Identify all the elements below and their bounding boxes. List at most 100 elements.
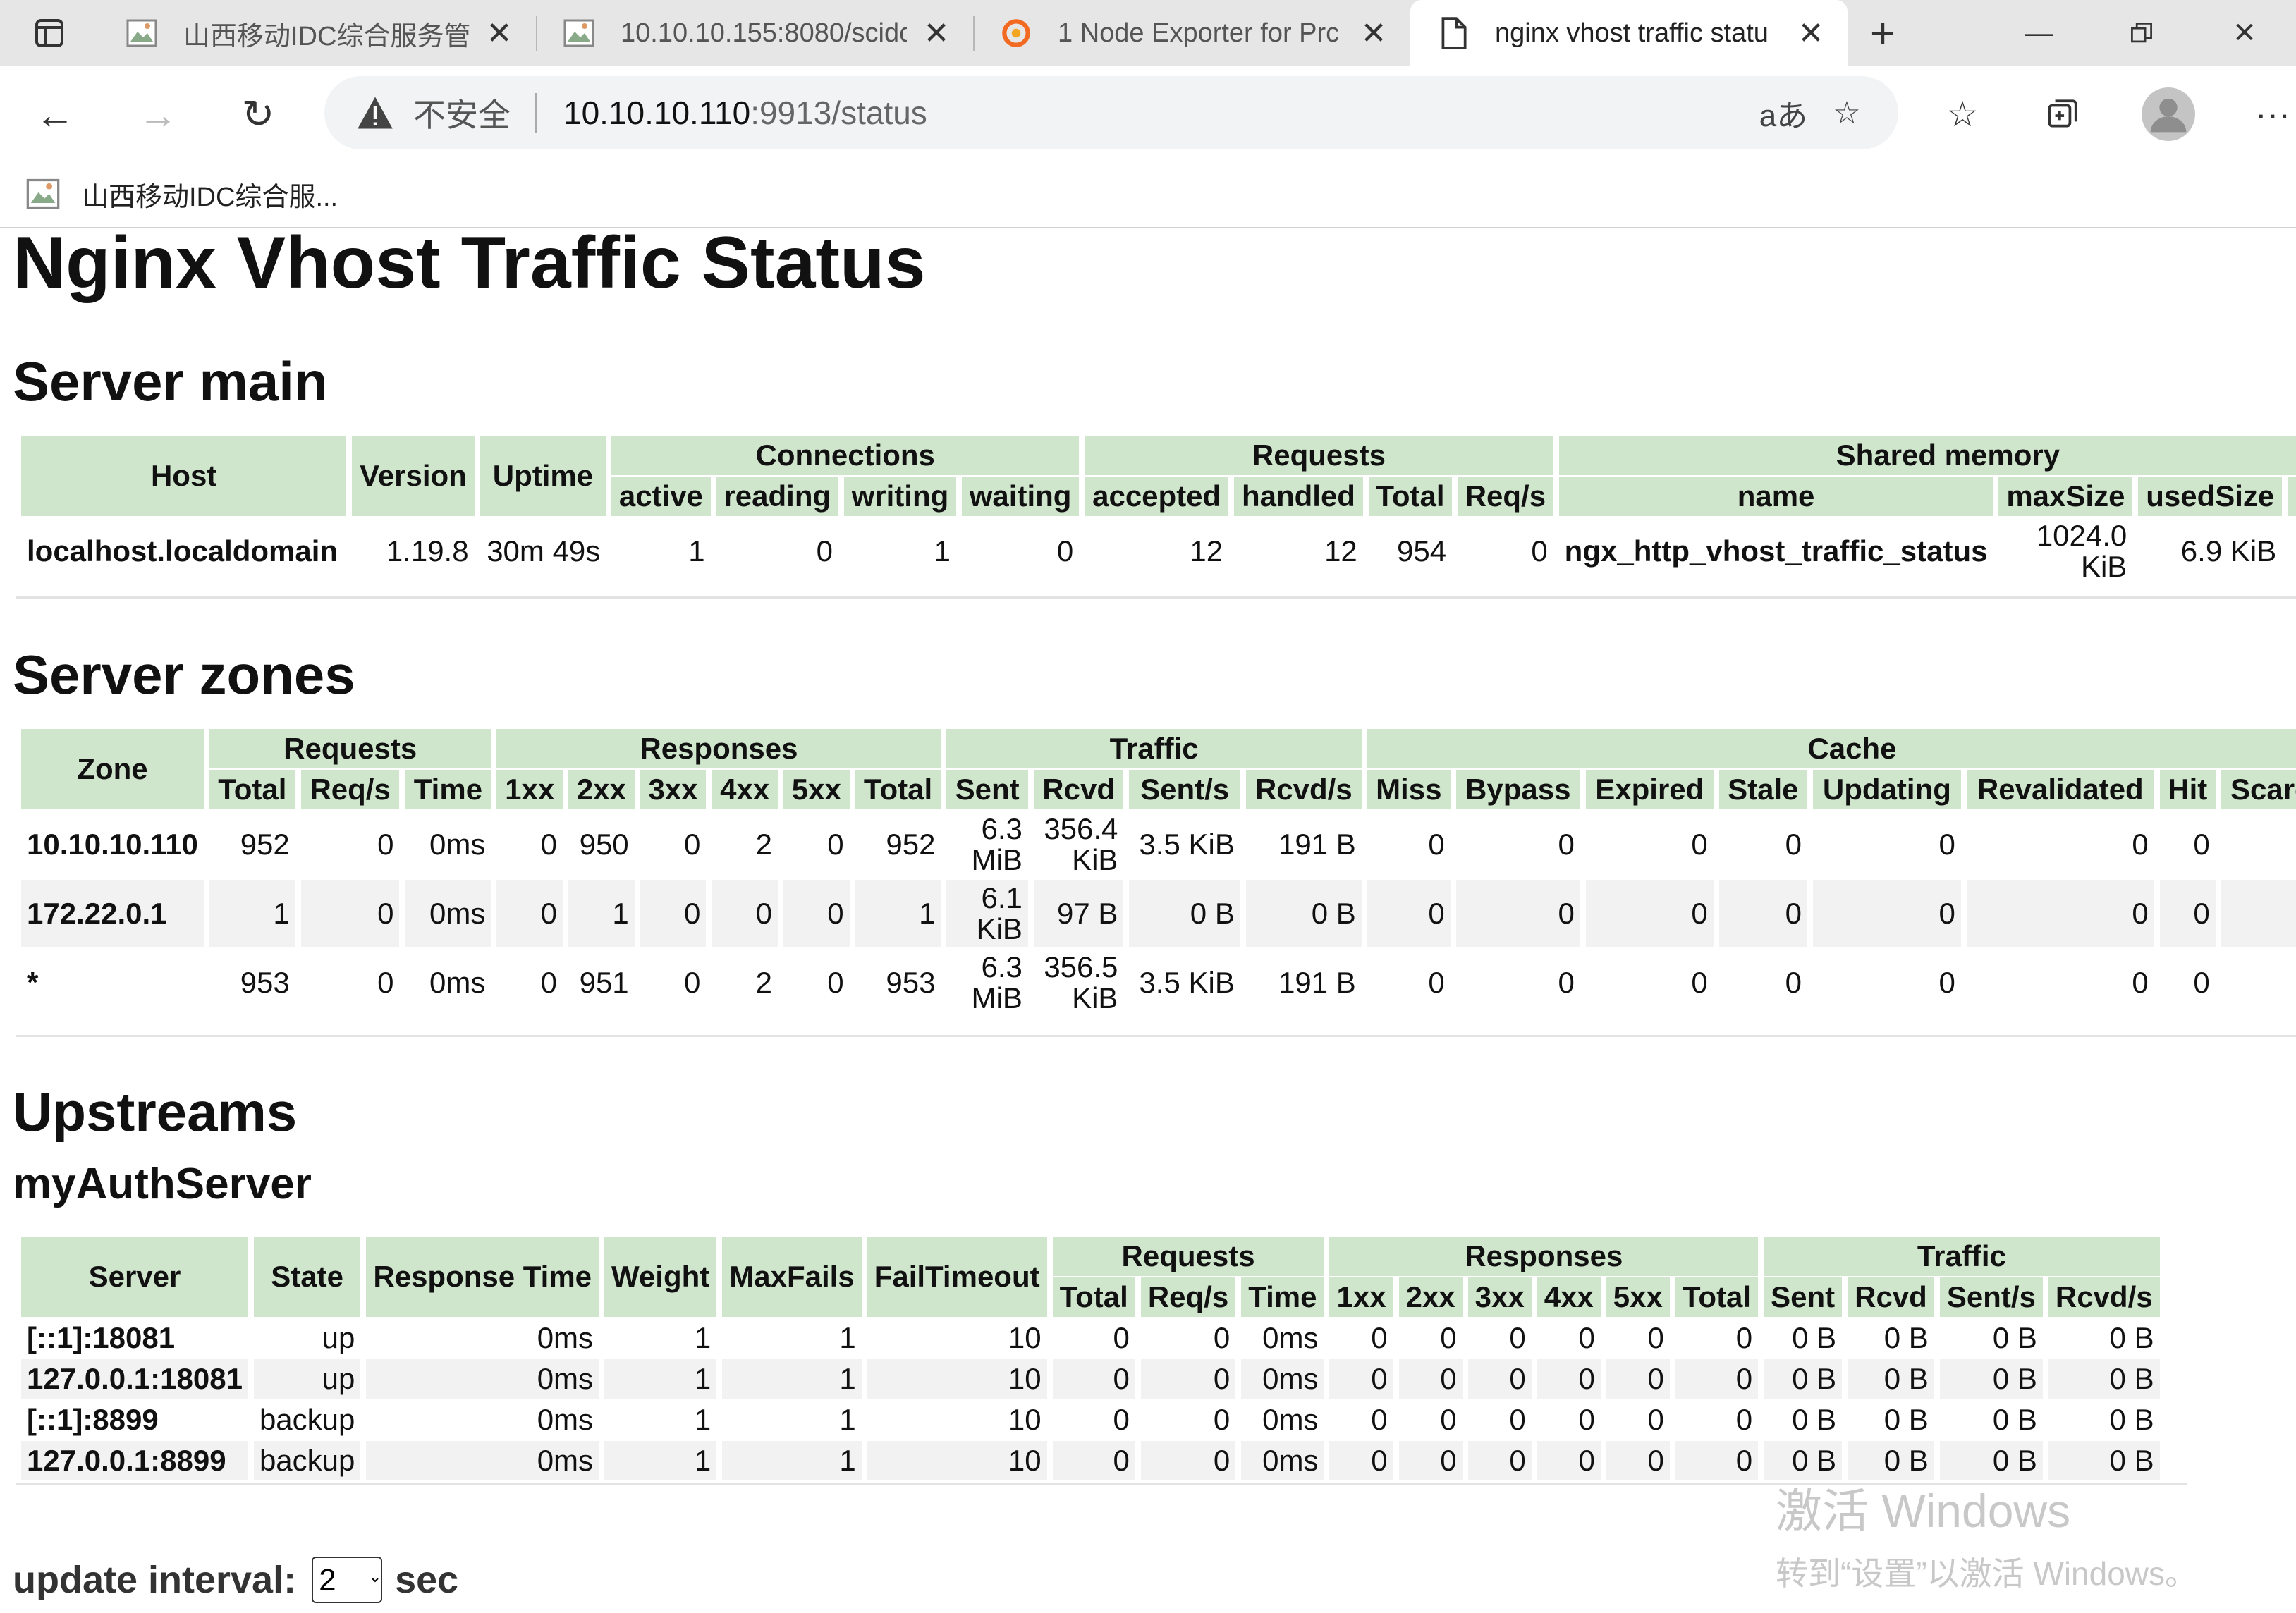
cell-r4xx: 0	[712, 880, 778, 947]
minimize-button[interactable]: —	[1987, 0, 2090, 66]
col-5xx: 5xx	[1606, 1277, 1670, 1317]
col-name: name	[1558, 477, 1993, 516]
cell-host: localhost.localdomain	[27, 534, 338, 568]
tab-nginx-status[interactable]: nginx vhost traffic statu ✕	[1410, 0, 1848, 66]
col-hit: Hit	[2159, 770, 2216, 809]
cell-reading: 0	[816, 534, 833, 568]
cell-response-time: 0ms	[537, 1321, 594, 1354]
col-group-connections: Connections	[611, 436, 1080, 475]
cell-r4xx: 0	[1578, 1403, 1595, 1436]
table-row: 172.22.0.1 1 0 0ms 0 1 0 0 0 1 6.1 KiB 97 B0 B0 B000…	[21, 880, 2296, 947]
add-favorite-icon[interactable]: ☆	[1815, 85, 1879, 141]
col-weight: Weight	[604, 1237, 717, 1317]
cell-state: up	[253, 1359, 361, 1399]
col-group-shared-memory: Shared memory	[1558, 436, 2296, 475]
col-group-requests: Requests	[209, 729, 491, 768]
close-icon[interactable]: ✕	[1358, 16, 1389, 51]
cell-max-size: 1024.0 KiB	[1998, 517, 2132, 585]
close-icon[interactable]: ✕	[484, 16, 515, 51]
server-zones-heading: Server zones	[13, 644, 355, 706]
col-req-s: Req/s	[1458, 477, 1553, 516]
cell-time: 0ms	[1241, 1441, 1324, 1480]
cell-req-s: 0	[300, 880, 400, 947]
upstream-table: Server State Response Time Weight MaxFai…	[16, 1235, 2166, 1482]
cell-stale: 0	[1785, 966, 1802, 999]
cell-handled: 12	[1324, 534, 1357, 568]
avatar-icon	[2142, 87, 2195, 141]
read-aloud-icon[interactable]: aあ	[1752, 85, 1815, 141]
cell-zone: 172.22.0.1	[21, 880, 204, 947]
cell-server: [::1]:8899	[27, 1403, 159, 1436]
update-interval-select[interactable]: 2	[312, 1557, 383, 1603]
tab-idc-portal[interactable]: 山西移动IDC综合服务管 ✕	[99, 0, 536, 66]
tab-scidc[interactable]: 10.10.10.155:8080/scidc ✕	[536, 0, 973, 66]
cell-r3xx: 0	[683, 966, 701, 999]
col-uptime: Uptime	[480, 436, 606, 516]
restore-button[interactable]	[2090, 0, 2193, 66]
col-miss: Miss	[1367, 770, 1451, 809]
col-accepted: accepted	[1085, 477, 1229, 516]
reload-icon: ↻	[241, 92, 275, 136]
col-1xx: 1xx	[496, 770, 563, 809]
more-menu-icon[interactable]: ···	[2241, 86, 2296, 142]
cell-bypass: 0	[1455, 880, 1580, 947]
cell-rtotal: 953	[886, 966, 936, 999]
col-group-responses: Responses	[496, 729, 941, 768]
page-title: Nginx Vhost Traffic Status	[13, 222, 926, 304]
cell-sent-s: 0 B	[1992, 1403, 2037, 1436]
close-icon[interactable]: ✕	[1795, 16, 1826, 51]
col-revalidated: Revalidated	[1966, 770, 2154, 809]
cell-revalidated: 0	[1966, 880, 2154, 947]
cell-state: up	[322, 1321, 355, 1354]
warning-icon	[355, 93, 395, 133]
cell-response-time: 0ms	[537, 1403, 594, 1436]
tab-actions-button[interactable]	[0, 0, 99, 66]
cell-rcvd-value: 356.4	[1044, 812, 1118, 845]
windows-activation-watermark: 激活 Windows 转到“设置”以激活 Windows。	[1776, 1473, 2197, 1595]
cell-total: 0	[1113, 1321, 1130, 1354]
back-button[interactable]: ←	[27, 86, 83, 142]
cell-scarce: 0	[2221, 880, 2296, 947]
cell-r4xx: 0	[1578, 1321, 1595, 1354]
table-divider	[16, 1035, 2296, 1037]
cell-state: backup	[259, 1403, 355, 1436]
col-1xx: 1xx	[1329, 1277, 1393, 1317]
update-interval-control: update interval: 2 sec	[13, 1557, 458, 1603]
cell-r1xx: 0	[1329, 1441, 1393, 1480]
bookmark-item[interactable]: 山西移动IDC综合服...	[24, 175, 338, 214]
table-divider	[16, 596, 2296, 599]
table-row: [::1]:8899 backup 0ms 1 1 10 0 0 0ms 0 0 0 0 0 0 0 B 0 B…	[21, 1400, 2160, 1440]
reload-button[interactable]: ↻	[230, 86, 286, 142]
cell-sent-unit: MiB	[971, 843, 1022, 876]
back-arrow-icon: ←	[35, 92, 75, 137]
cell-server: [::1]:18081	[27, 1321, 176, 1354]
cell-sent-s: 0 B	[1992, 1321, 2037, 1354]
cell-weight: 1	[604, 1441, 717, 1480]
tab-node-exporter[interactable]: 1 Node Exporter for Prc ✕	[973, 0, 1410, 66]
close-window-button[interactable]: ✕	[2193, 0, 2296, 66]
collections-icon[interactable]	[2031, 86, 2094, 142]
favorites-icon[interactable]: ☆	[1931, 86, 1994, 142]
broken-image-icon	[561, 16, 597, 51]
col-writing: writing	[843, 477, 957, 516]
cell-r1xx: 0	[540, 966, 558, 999]
col-total: Total	[1368, 477, 1453, 516]
forward-button[interactable]: →	[130, 86, 186, 142]
address-bar-actions: aあ ☆	[1752, 85, 1879, 141]
not-secure-label[interactable]: 不安全	[413, 90, 511, 136]
cell-r5xx: 0	[1647, 1321, 1664, 1354]
cell-r2xx: 951	[579, 966, 629, 999]
update-interval-label: update interval:	[13, 1559, 297, 1601]
col-3xx: 3xx	[1467, 1277, 1532, 1317]
cell-expired: 0	[1691, 828, 1708, 861]
new-tab-button[interactable]: +	[1848, 0, 1918, 66]
cell-sent: 0 B	[1764, 1359, 1843, 1399]
cell-hit: 0	[2159, 880, 2216, 947]
profile-avatar[interactable]	[2137, 86, 2200, 142]
cell-fail-timeout: 10	[1008, 1403, 1042, 1436]
close-icon[interactable]: ✕	[921, 16, 952, 51]
cell-sent-value: 6.3	[981, 812, 1022, 845]
address-bar[interactable]: 不安全 10.10.10.110:9913/status aあ ☆	[324, 76, 1898, 149]
upstream-group-name: myAuthServer	[13, 1160, 312, 1208]
cell-req-s: 0	[377, 966, 394, 999]
